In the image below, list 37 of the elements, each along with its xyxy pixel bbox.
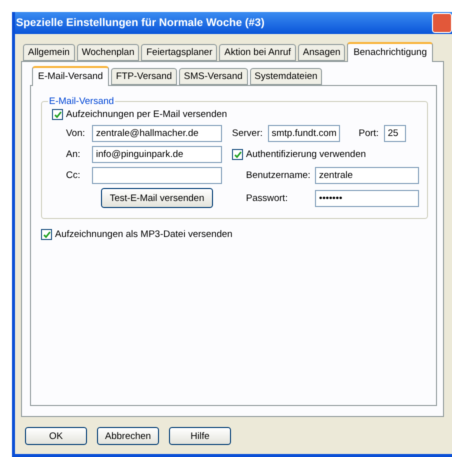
tab[interactable]: Benachrichtigung (347, 42, 433, 62)
tab[interactable]: Ansagen (298, 44, 346, 61)
cc-label: Cc: (66, 170, 82, 181)
username-label: Benutzername: (246, 170, 310, 181)
tab[interactable]: Feiertagsplaner (141, 44, 218, 61)
port-label: Port: (358, 128, 379, 139)
dialog-button[interactable]: Abbrechen (97, 427, 159, 445)
from-label: Von: (66, 128, 86, 139)
test-email-button[interactable]: Test-E-Mail versenden (101, 188, 213, 208)
close-button[interactable] (432, 13, 452, 33)
send-email-checkbox[interactable]: Aufzeichnungen per E-Mail versenden (52, 109, 419, 120)
sub-tab[interactable]: FTP-Versand (110, 68, 177, 85)
server-label: Server: (232, 128, 263, 139)
sub-tab[interactable]: Systemdateien (250, 68, 322, 85)
mp3-checkbox[interactable]: Aufzeichnungen als MP3-Datei versenden (41, 229, 426, 240)
port-field[interactable]: 25 (384, 125, 406, 142)
tab[interactable]: Allgemein (23, 44, 75, 61)
checkmark-icon (42, 230, 50, 238)
window-title: Spezielle Einstellungen für Normale Woche (#3) (16, 17, 265, 29)
cc-field[interactable] (92, 167, 222, 184)
dialog-button[interactable]: OK (25, 427, 87, 445)
tab[interactable]: Aktion bei Anruf (219, 44, 296, 61)
authentication-checkbox[interactable]: Authentifizierung verwenden (232, 149, 419, 160)
sub-tab[interactable]: E-Mail-Versand (32, 66, 109, 86)
username-field[interactable]: zentrale (315, 167, 419, 184)
password-field[interactable]: ••••••• (315, 190, 419, 206)
dialog-button[interactable]: Hilfe (169, 427, 231, 445)
group-title: E-Mail-Versand (48, 96, 115, 107)
sub-tab[interactable]: SMS-Versand (178, 68, 248, 85)
server-field[interactable]: smtp.fundt.com (268, 125, 340, 142)
from-field[interactable]: zentrale@hallmacher.de (92, 125, 222, 142)
checkmark-icon (54, 110, 62, 118)
to-label: An: (66, 149, 82, 160)
tab[interactable]: Wochenplan (76, 44, 140, 61)
password-label: Passwort: (246, 192, 289, 204)
checkmark-icon (234, 150, 242, 158)
to-field[interactable]: info@pinguinpark.de (92, 146, 222, 163)
